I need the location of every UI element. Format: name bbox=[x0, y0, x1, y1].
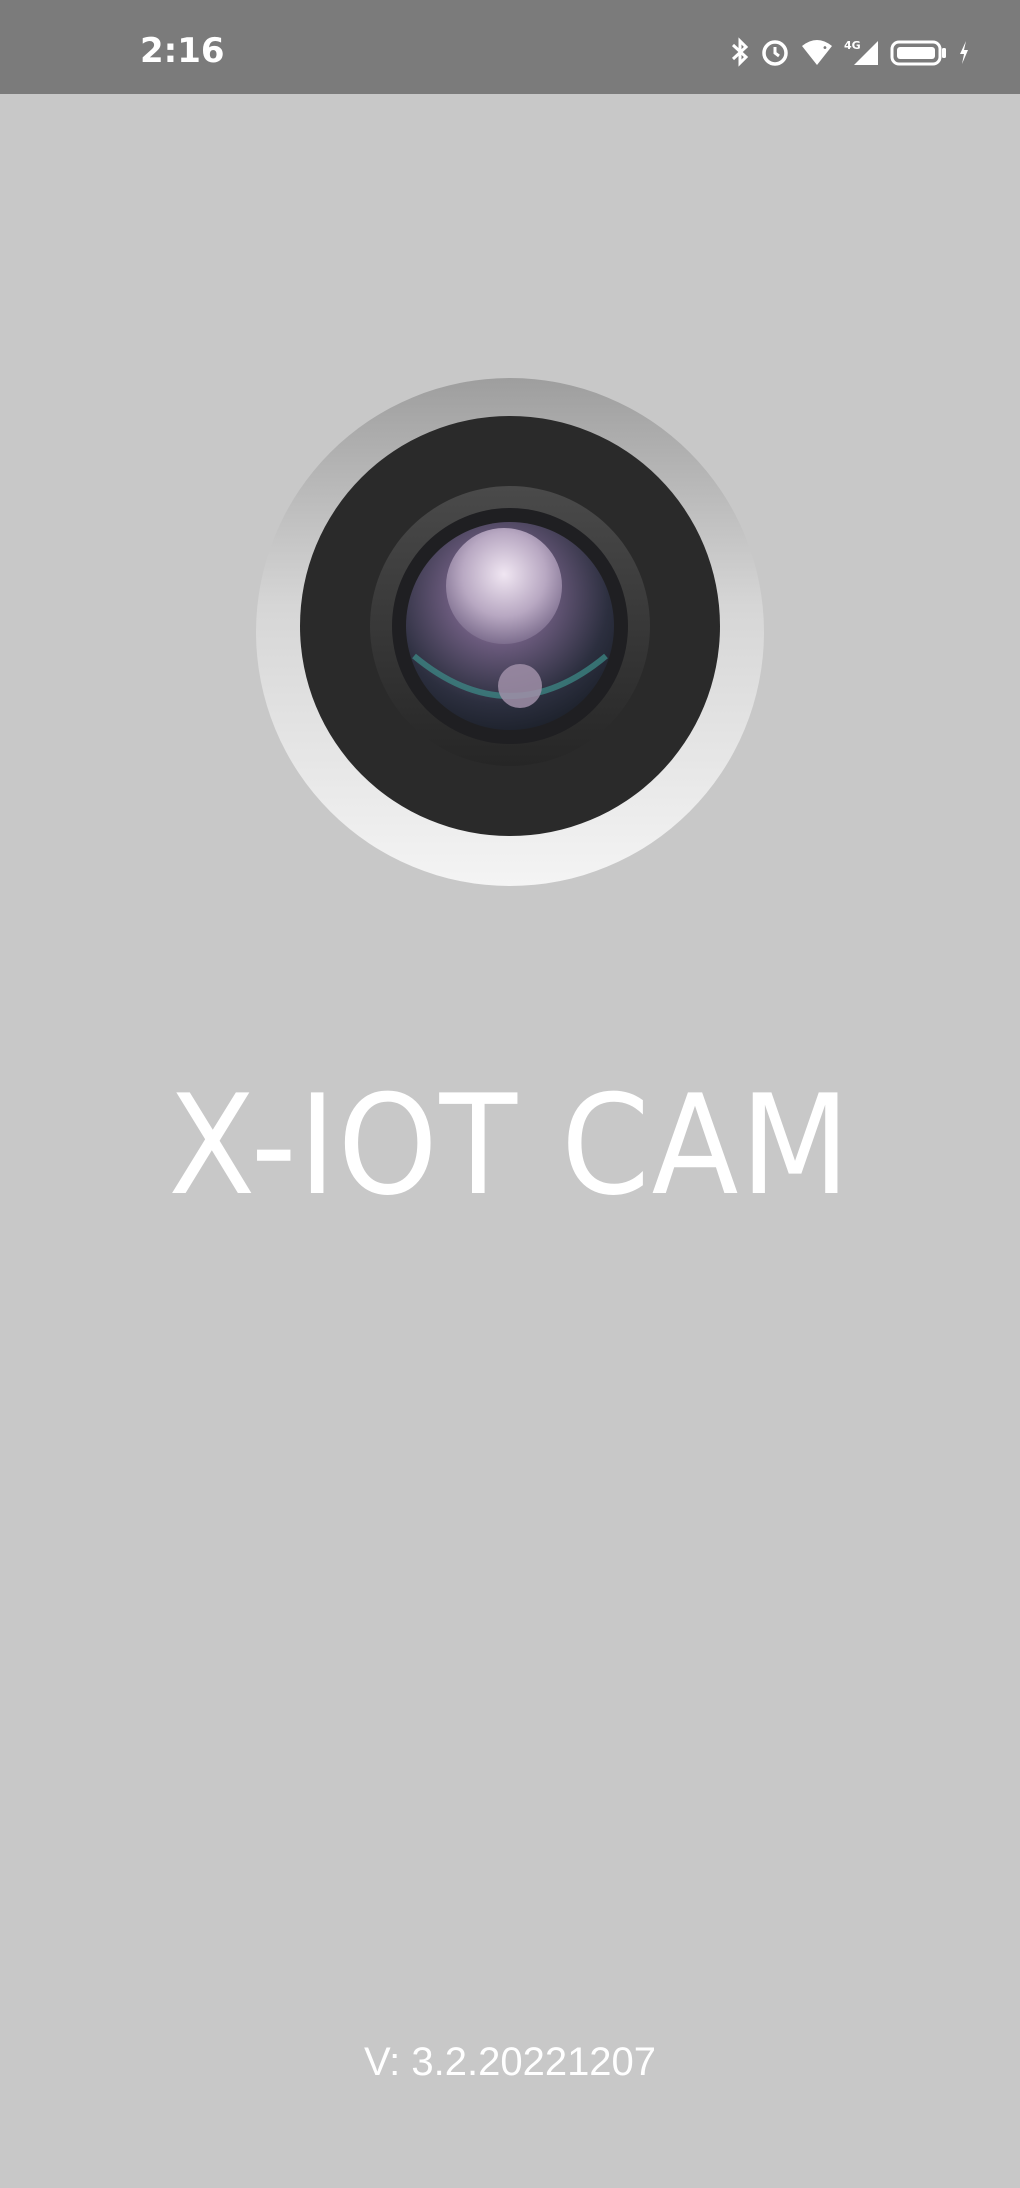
app-title: X-IOT CAM bbox=[168, 1065, 852, 1226]
svg-text:•: • bbox=[822, 43, 828, 54]
status-bar: 2:16 • 4G bbox=[0, 0, 1020, 94]
bluetooth-icon bbox=[730, 37, 750, 67]
charging-icon bbox=[958, 37, 970, 67]
camera-lens-icon bbox=[254, 376, 766, 888]
signal-icon: 4G bbox=[844, 37, 880, 67]
status-icons: • 4G bbox=[730, 36, 970, 68]
splash-screen: X-IOT CAM V: 3.2.20221207 bbox=[0, 94, 1020, 2188]
wifi-icon: • bbox=[800, 37, 834, 67]
alarm-icon bbox=[760, 37, 790, 67]
battery-icon bbox=[890, 37, 948, 67]
version-label: V: 3.2.20221207 bbox=[363, 2040, 657, 2084]
svg-text:4G: 4G bbox=[844, 39, 861, 52]
status-time: 2:16 bbox=[140, 31, 225, 71]
